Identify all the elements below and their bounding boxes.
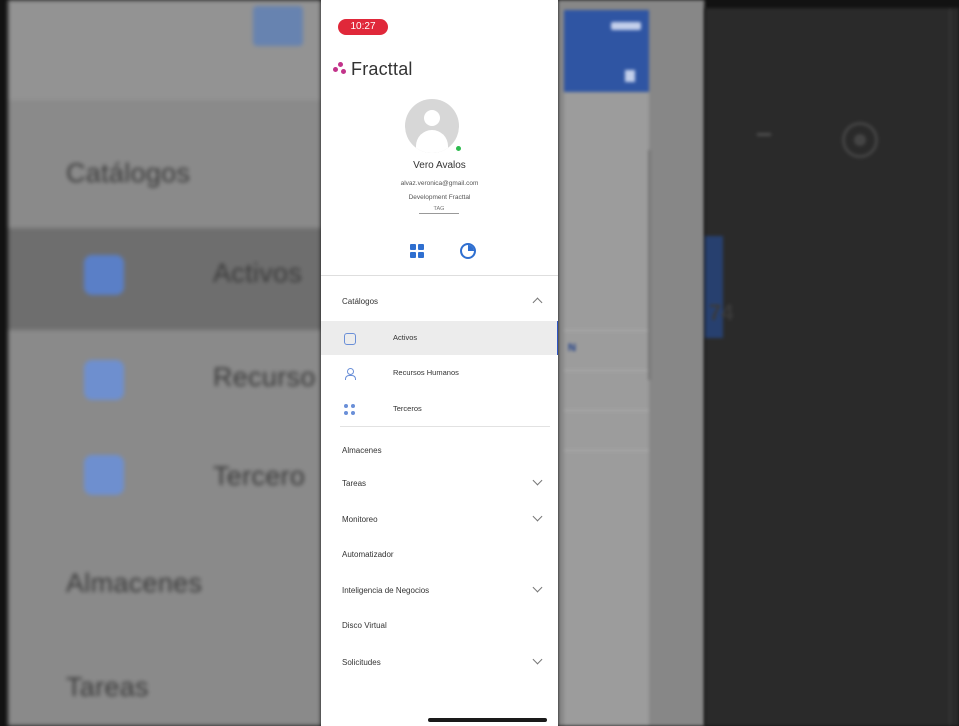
background-divider (564, 330, 649, 331)
profile-divider (321, 275, 558, 276)
background-mark: N (568, 342, 576, 354)
menu-almacenes[interactable]: Almacenes (321, 433, 558, 467)
background-toolbar (564, 10, 649, 92)
background-scrollbar (648, 150, 651, 380)
chevron-down-icon (532, 475, 543, 486)
people-icon (344, 404, 356, 416)
dashboard-grid-icon (410, 244, 424, 258)
background-label-almacenes: Almacenes (66, 568, 203, 598)
user-tag[interactable]: TAG (419, 206, 459, 214)
background-label-catalogos: Catálogos (66, 158, 191, 188)
user-name: Vero Avalos (413, 160, 466, 171)
menu-automatizador[interactable]: Automatizador (321, 537, 558, 571)
person-icon (344, 368, 356, 380)
background-minus-icon (757, 133, 771, 136)
background-page-right: N (558, 0, 705, 726)
submenu-terceros[interactable]: Terceros (321, 392, 558, 426)
submenu-terceros-label: Terceros (393, 404, 422, 413)
menu-tareas[interactable]: Tareas (321, 466, 558, 500)
submenu-activos[interactable]: Activos (321, 321, 558, 355)
menu-solicitudes[interactable]: Solicitudes (321, 645, 558, 679)
user-email: alvaz.veronica@gmail.com (400, 180, 479, 187)
menu-disco-virtual[interactable]: Disco Virtual (321, 608, 558, 642)
submenu-recursos-humanos-label: Recursos Humanos (393, 368, 459, 377)
menu-catalogos-label: Catálogos (342, 296, 379, 306)
submenu-divider (340, 426, 550, 427)
app-screen: Catálogos Activos Recurso Tercero Almace… (0, 0, 959, 726)
background-far-right: 74 (705, 8, 959, 726)
background-user-icon (625, 70, 635, 82)
menu-solicitudes-label: Solicitudes (342, 657, 381, 667)
background-label-tareas: Tareas (66, 672, 149, 702)
chevron-down-icon (532, 511, 543, 522)
background-label-recursos: Recurso (213, 362, 316, 392)
menu-automatizador-label: Automatizador (342, 549, 394, 559)
menu-disco-label: Disco Virtual (342, 620, 387, 630)
background-edge (949, 8, 951, 726)
menu-monitoreo-label: Monitoreo (342, 514, 378, 524)
brand-name: Fracttal (351, 58, 413, 79)
online-status-dot (455, 145, 462, 152)
background-people-icon (84, 455, 124, 495)
pie-chart-icon (460, 243, 476, 259)
background-divider (564, 370, 649, 371)
user-company: Development Fracttal (408, 194, 471, 201)
background-divider (564, 450, 649, 451)
menu-inteligencia-label: Inteligencia de Negocios (342, 585, 430, 595)
submenu-activos-label: Activos (393, 333, 418, 342)
analytics-button[interactable] (455, 238, 481, 264)
background-dashboard-icon (253, 6, 303, 46)
background-divider (564, 410, 649, 411)
dashboard-button[interactable] (404, 238, 430, 264)
background-page-left: Catálogos Activos Recurso Tercero Almace… (8, 0, 321, 726)
brand-logo: Fracttal (333, 57, 413, 81)
background-sheet (564, 92, 649, 726)
menu-inteligencia-de-negocios[interactable]: Inteligencia de Negocios (321, 573, 558, 607)
background-target-icon (842, 122, 878, 158)
menu-catalogos[interactable]: Catálogos (321, 284, 558, 318)
menu-tareas-label: Tareas (342, 478, 367, 488)
chevron-down-icon (532, 654, 543, 665)
background-label-activos: Activos (213, 258, 303, 288)
chevron-down-icon (532, 582, 543, 593)
active-indicator (557, 321, 558, 355)
navigation-drawer: 10:27 Fracttal Vero Avalos alvaz.veronic… (321, 0, 558, 726)
submenu-recursos-humanos[interactable]: Recursos Humanos (321, 356, 558, 390)
home-indicator[interactable] (428, 718, 547, 722)
background-value: 74 (709, 300, 734, 325)
status-time: 10:27 (338, 19, 388, 35)
fracttal-logo-icon (333, 62, 347, 76)
background-label-terceros: Tercero (213, 461, 306, 491)
chevron-up-icon (532, 297, 543, 308)
background-cube-icon (84, 255, 124, 295)
menu-almacenes-label: Almacenes (342, 445, 382, 455)
user-avatar[interactable] (405, 99, 459, 153)
background-person-icon (84, 360, 124, 400)
menu-monitoreo[interactable]: Monitoreo (321, 502, 558, 536)
background-status-icons (611, 22, 641, 30)
cube-icon (344, 333, 356, 345)
